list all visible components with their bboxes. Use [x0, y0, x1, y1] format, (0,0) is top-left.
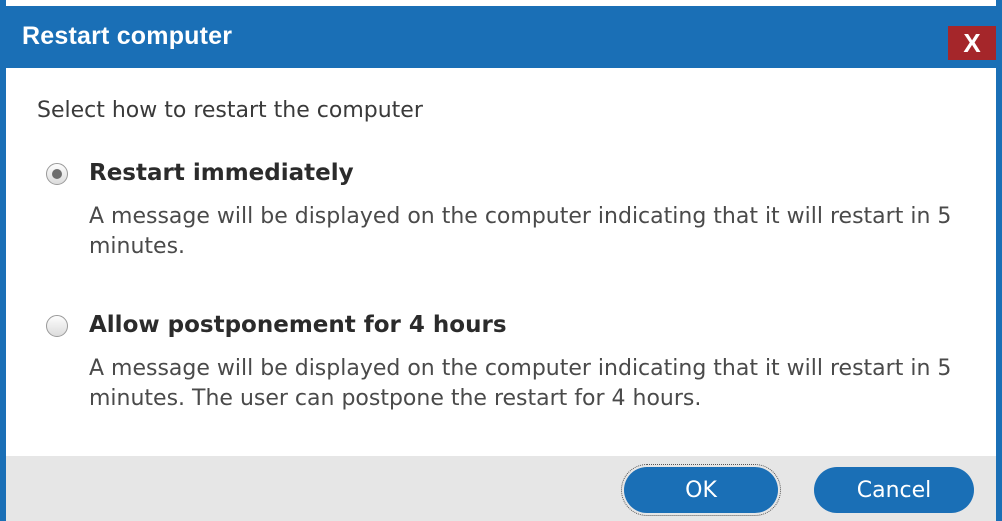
title-bar: Restart computer X [6, 6, 996, 68]
cancel-button[interactable]: Cancel [814, 467, 974, 513]
option-label[interactable]: Allow postponement for 4 hours [89, 312, 507, 338]
close-icon: X [963, 27, 981, 58]
dialog-title: Restart computer [22, 22, 233, 50]
dialog-footer: OK Cancel [6, 456, 996, 521]
radio-allow-postponement[interactable] [46, 315, 68, 337]
dialog-prompt: Select how to restart the computer [37, 98, 423, 123]
option-description: A message will be displayed on the compu… [89, 356, 952, 411]
close-button[interactable]: X [948, 26, 996, 60]
option-description: A message will be displayed on the compu… [89, 204, 952, 259]
dialog-body: Select how to restart the computer Resta… [6, 68, 996, 456]
option-label[interactable]: Restart immediately [89, 160, 354, 186]
radio-restart-immediately[interactable] [46, 163, 68, 185]
restart-dialog: Restart computer X Select how to restart… [0, 0, 1002, 521]
ok-button[interactable]: OK [621, 464, 781, 516]
radio-selected-dot [52, 169, 62, 179]
